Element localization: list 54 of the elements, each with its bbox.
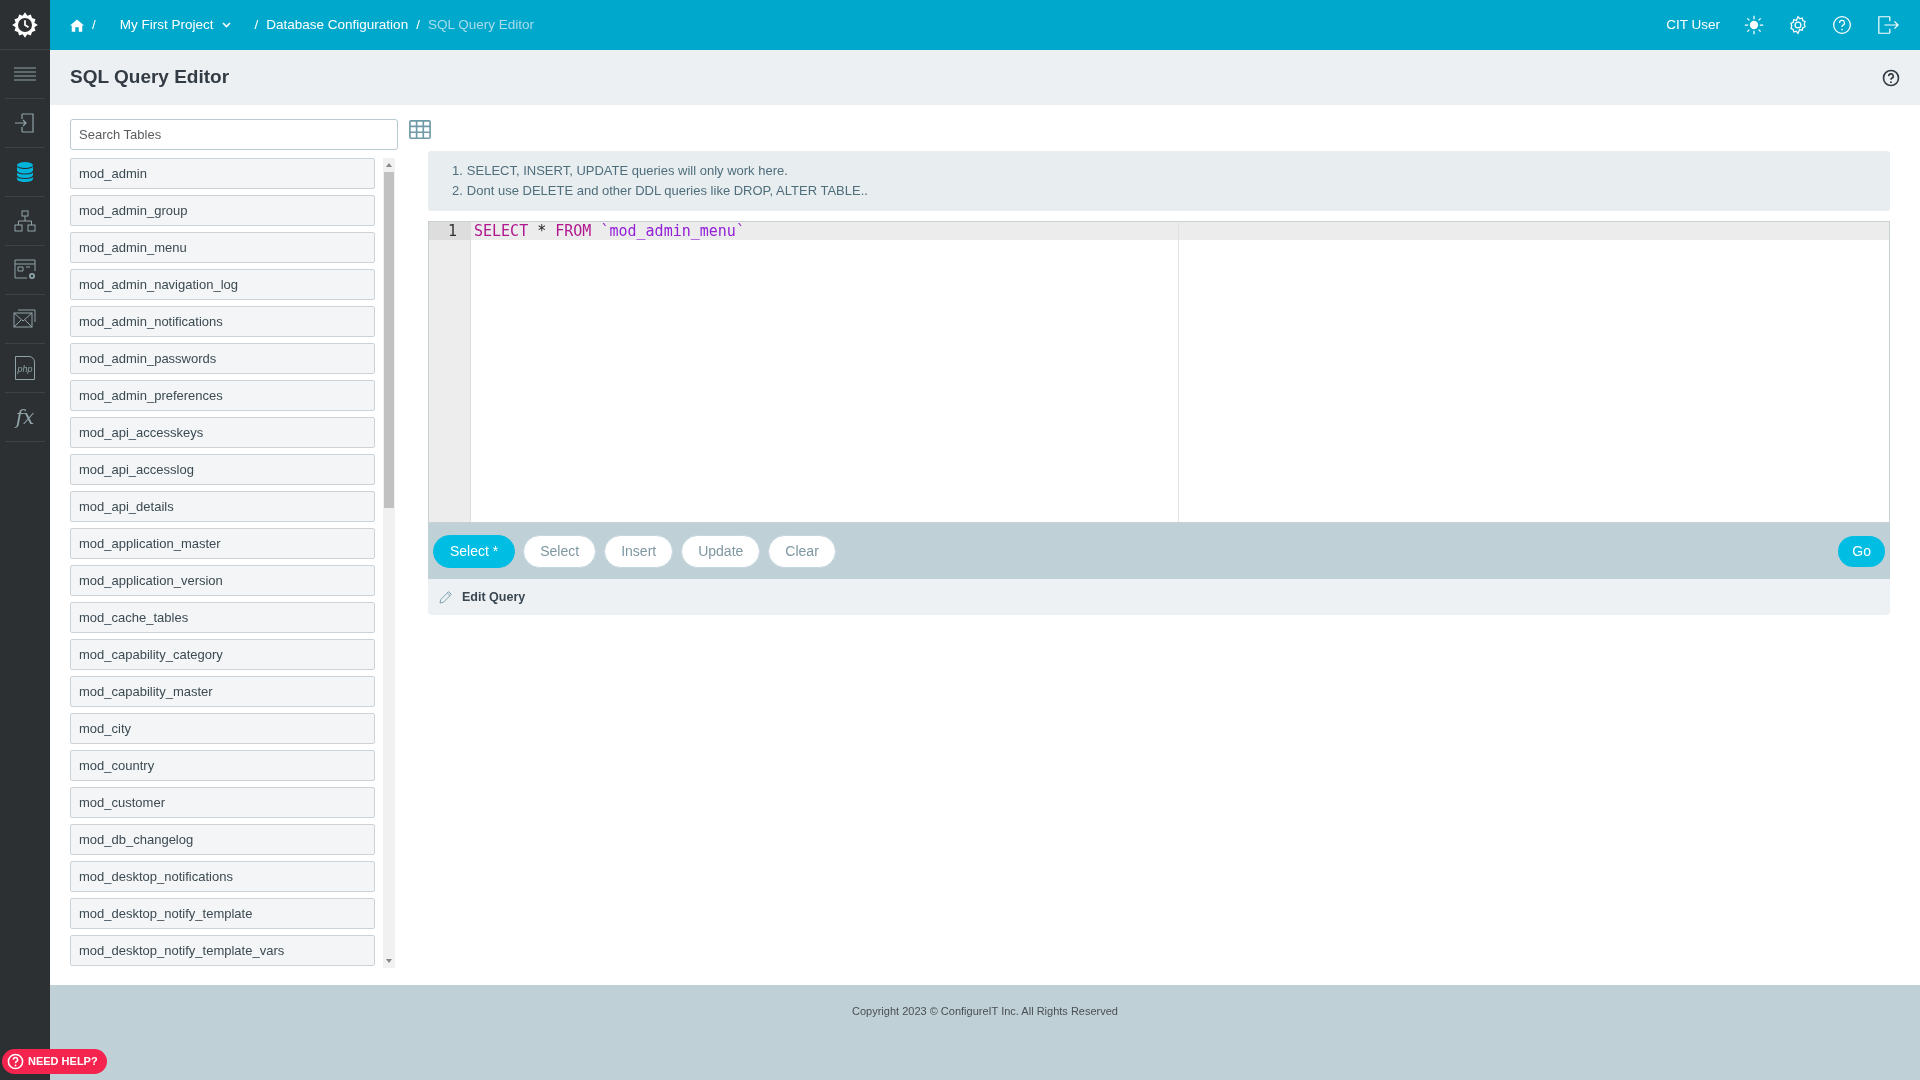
table-list-item[interactable]: mod_customer <box>70 787 375 818</box>
scrollbar[interactable] <box>383 158 395 968</box>
table-list-item[interactable]: mod_admin_group <box>70 195 375 226</box>
table-list-item[interactable]: mod_admin_preferences <box>70 380 375 411</box>
table-list-item[interactable]: mod_city <box>70 713 375 744</box>
table-list-item[interactable]: mod_admin_notifications <box>70 306 375 337</box>
help-icon <box>7 1053 24 1070</box>
table-list-item[interactable]: mod_api_accesskeys <box>70 417 375 448</box>
table-list-item[interactable]: mod_desktop_notify_template <box>70 898 375 929</box>
note-text: SELECT, INSERT, UPDATE queries will only work here. <box>466 162 788 180</box>
function-icon[interactable]: fx <box>15 402 35 432</box>
php-file-icon[interactable]: php <box>15 356 35 380</box>
envelope-icon[interactable] <box>13 307 37 331</box>
breadcrumb-current: SQL Query Editor <box>427 15 534 34</box>
table-list-item[interactable]: mod_admin_passwords <box>70 343 375 374</box>
table-list-item[interactable]: mod_country <box>70 750 375 781</box>
page-title: SQL Query Editor <box>70 66 230 89</box>
code-editor[interactable]: 1 SELECT * FROM `mod_admin_menu` <box>428 221 1890 523</box>
table-list-item[interactable]: mod_desktop_notifications <box>70 861 375 892</box>
breadcrumb-separator: / <box>416 15 420 34</box>
table-list-item[interactable]: mod_capability_category <box>70 639 375 670</box>
login-icon[interactable] <box>13 111 37 135</box>
chevron-down-icon <box>221 22 231 28</box>
note-text: Dont use DELETE and other DDL queries like DROP, ALTER TABLE.. <box>466 182 868 200</box>
settings-icon[interactable] <box>1788 15 1808 35</box>
logout-icon[interactable] <box>1876 14 1900 36</box>
hierarchy-icon[interactable] <box>13 209 37 233</box>
table-list-item[interactable]: mod_capability_master <box>70 676 375 707</box>
search-field[interactable]: Search Tables <box>70 119 398 150</box>
table-list-item[interactable]: mod_application_version <box>70 565 375 596</box>
sun-icon[interactable] <box>1744 15 1764 35</box>
breadcrumb-separator: / <box>92 15 96 34</box>
table-list-item[interactable]: mod_admin_menu <box>70 232 375 263</box>
table-list-item[interactable]: mod_db_changelog <box>70 824 375 855</box>
edit-query-label[interactable]: Edit Query <box>462 587 526 607</box>
gear-clock-logo-icon[interactable] <box>11 10 39 39</box>
breadcrumb-separator: / <box>254 15 259 34</box>
table-list-item[interactable]: mod_api_details <box>70 491 375 522</box>
need-help-button[interactable]: NEED HELP? <box>2 1049 107 1074</box>
table-list-item[interactable]: mod_api_accesslog <box>70 454 375 485</box>
pencil-icon[interactable] <box>438 589 454 605</box>
help-icon[interactable] <box>1882 69 1900 88</box>
table-list-item[interactable]: mod_admin <box>70 158 375 189</box>
table-list-item[interactable]: mod_desktop_notify_template_vars <box>70 935 375 966</box>
table-grid-icon[interactable] <box>408 119 432 141</box>
list-number: 1. <box>452 162 463 180</box>
table-list-item[interactable]: mod_application_master <box>70 528 375 559</box>
table-list-item[interactable]: mod_admin_navigation_log <box>70 269 375 300</box>
list-number: 2. <box>452 182 463 200</box>
copyright-text: Copyright 2023 © ConfigureIT Inc. All Rights Reserved <box>852 1005 1118 1017</box>
line-number: 1 <box>429 222 470 240</box>
table-list-item[interactable]: mod_cache_tables <box>70 602 375 633</box>
home-icon <box>70 18 84 32</box>
window-settings-icon[interactable] <box>13 258 37 282</box>
